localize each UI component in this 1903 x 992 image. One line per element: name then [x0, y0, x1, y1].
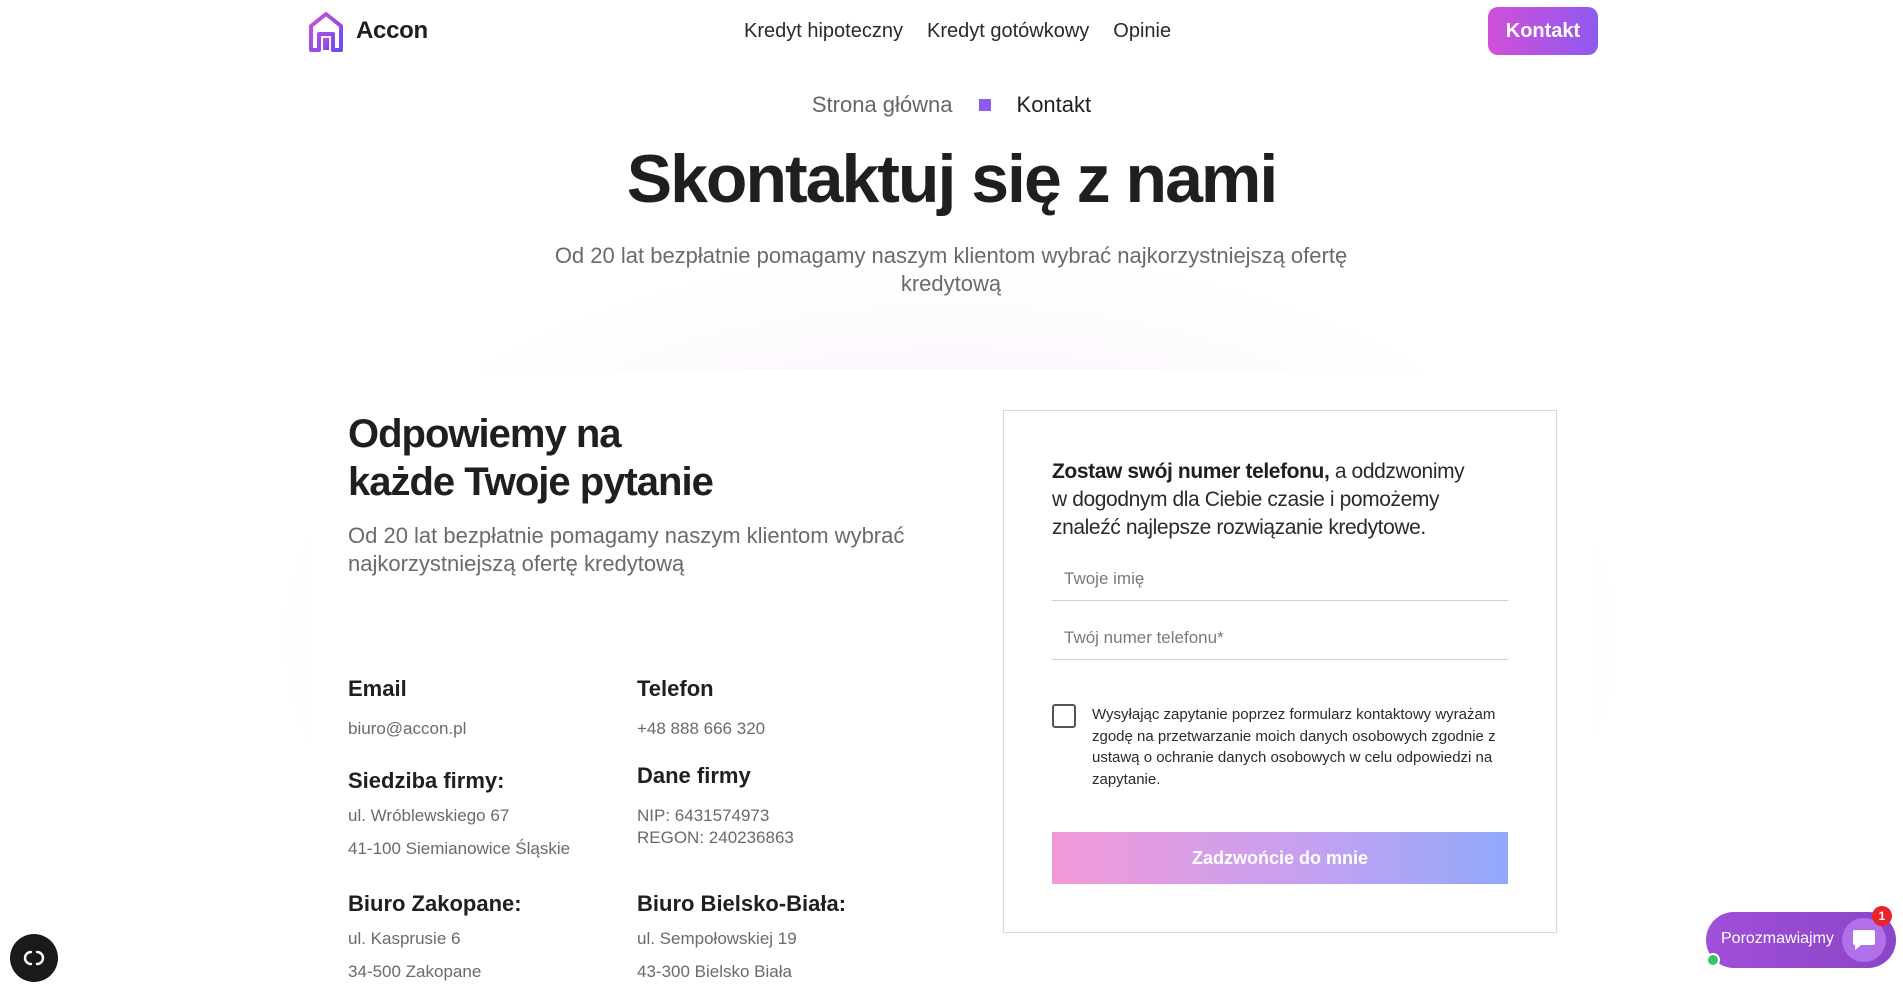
hq-line2: 41-100 Siemianowice Śląskie — [348, 839, 571, 858]
nav-kredyt-hipoteczny[interactable]: Kredyt hipoteczny — [744, 20, 903, 43]
breadcrumb: Strona główna Kontakt — [0, 92, 1903, 118]
zakopane-line1: ul. Kasprusie 6 — [348, 929, 461, 948]
contact-heading-line2: każde Twoje pytanie — [348, 460, 714, 504]
phone-input[interactable] — [1052, 616, 1508, 660]
chat-widget[interactable]: Porozmawiajmy 1 — [1706, 906, 1896, 968]
consent-checkbox[interactable] — [1052, 704, 1076, 728]
bielsko-line1: ul. Sempołowskiej 19 — [637, 929, 797, 948]
chat-unread-badge: 1 — [1872, 906, 1892, 926]
breadcrumb-current: Kontakt — [1016, 92, 1092, 117]
company-label: Dane firmy — [637, 763, 751, 788]
call-me-button[interactable]: Zadzwońcie do mnie — [1052, 832, 1508, 884]
logo[interactable]: Accon — [308, 10, 428, 52]
nav-opinie[interactable]: Opinie — [1113, 20, 1171, 43]
contact-heading: Odpowiemy na każde Twoje pytanie — [348, 410, 868, 506]
breadcrumb-separator — [978, 99, 991, 111]
bielsko-line2: 43-300 Bielsko Biała — [637, 962, 792, 981]
nav-kredyt-gotowkowy[interactable]: Kredyt gotówkowy — [927, 20, 1089, 43]
form-intro: Zostaw swój numer telefonu, a oddzwonimy… — [1052, 458, 1482, 542]
phone-value[interactable]: +48 888 666 320 — [637, 718, 765, 740]
brand-name: Accon — [356, 17, 428, 44]
hq-label: Siedziba firmy: — [348, 768, 505, 793]
zakopane-label: Biuro Zakopane: — [348, 891, 522, 916]
contact-heading-line1: Odpowiemy na — [348, 412, 621, 456]
cookie-settings-icon — [23, 950, 45, 966]
online-status-dot — [1706, 953, 1720, 967]
name-input[interactable] — [1052, 557, 1508, 601]
zakopane-line2: 34-500 Zakopane — [348, 962, 482, 981]
form-intro-bold: Zostaw swój numer telefonu, — [1052, 460, 1330, 483]
phone-label: Telefon — [637, 676, 714, 701]
company-regon: REGON: 240236863 — [637, 828, 794, 847]
contact-subtitle: Od 20 lat bezpłatnie pomagamy naszym kli… — [348, 523, 905, 576]
company-nip: NIP: 6431574973 — [637, 806, 770, 825]
breadcrumb-home[interactable]: Strona główna — [812, 92, 953, 118]
bielsko-label: Biuro Bielsko-Biała: — [637, 891, 847, 916]
house-logo-icon — [309, 12, 343, 52]
email-label: Email — [348, 676, 407, 701]
site-header: Accon Kredyt hipoteczny Kredyt gotówkowy… — [0, 0, 1903, 64]
main-nav: Kredyt hipoteczny Kredyt gotówkowy Opini… — [744, 20, 1171, 43]
cookie-settings-button[interactable] — [10, 934, 58, 982]
page-title: Skontaktuj się z nami — [626, 141, 1279, 217]
email-value[interactable]: biuro@accon.pl — [348, 718, 466, 740]
page-subtitle: Od 20 lat bezpłatnie pomagamy naszym kli… — [554, 243, 1348, 296]
chat-label: Porozmawiajmy — [1721, 930, 1834, 947]
kontakt-button[interactable]: Kontakt — [1488, 7, 1598, 55]
hq-line1: ul. Wróblewskiego 67 — [348, 806, 510, 825]
consent-text: Wysyłając zapytanie poprzez formularz ko… — [1092, 706, 1496, 788]
